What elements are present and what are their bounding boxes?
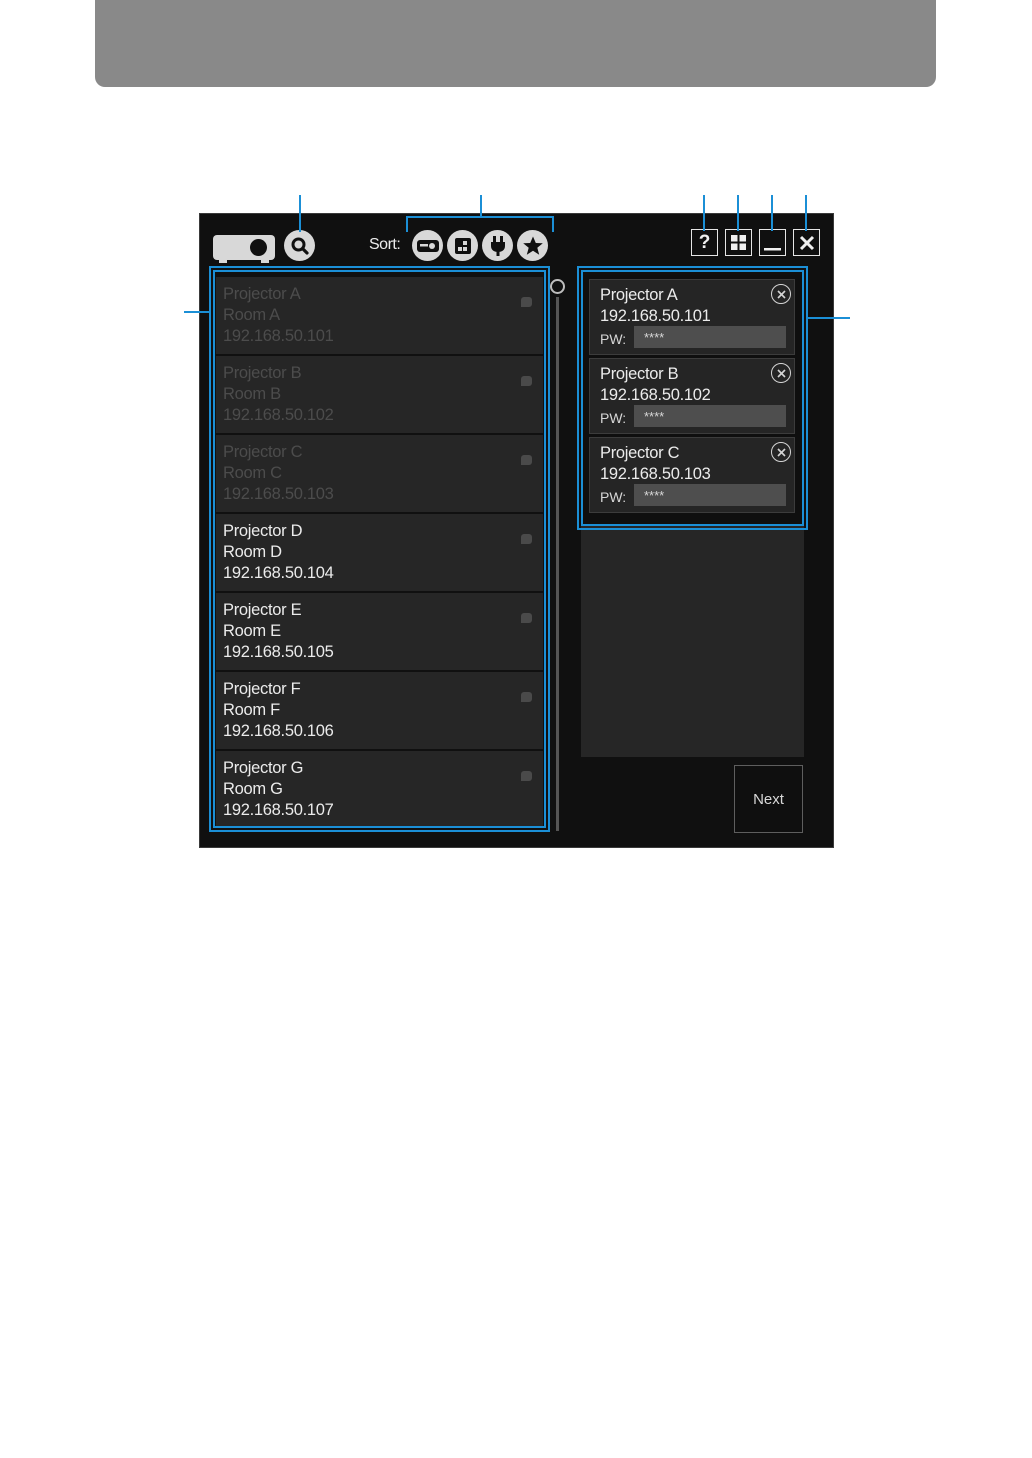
status-indicator-icon: [521, 455, 532, 465]
remove-icon: [776, 447, 786, 457]
projector-room: Room E: [223, 622, 281, 640]
selected-projector-ip: 192.168.50.101: [600, 307, 711, 325]
close-button[interactable]: [793, 229, 820, 256]
sort-by-room-icon: [454, 237, 471, 254]
search-button[interactable]: [284, 230, 315, 261]
projector-ip: 192.168.50.101: [223, 327, 334, 345]
projector-room: Room B: [223, 385, 281, 403]
projector-ip: 192.168.50.102: [223, 406, 334, 424]
selected-projector-item: Projector B 192.168.50.102 PW:: [589, 358, 795, 434]
projector-name: Projector B: [223, 364, 302, 382]
status-indicator-icon: [521, 771, 532, 781]
grid-view-icon: [731, 235, 746, 250]
projector-room: Room C: [223, 464, 282, 482]
help-icon: ?: [698, 231, 711, 253]
projector-room: Room F: [223, 701, 280, 719]
projector-ip: 192.168.50.106: [223, 722, 334, 740]
selected-projector-name: Projector B: [600, 365, 679, 383]
selected-projector-ip: 192.168.50.103: [600, 465, 711, 483]
projector-name: Projector F: [223, 680, 301, 698]
projector-list-item[interactable]: Projector F Room F 192.168.50.106: [216, 672, 543, 749]
sort-by-room-button[interactable]: [447, 230, 478, 261]
selected-projector-name: Projector C: [600, 444, 680, 462]
projector-list-item[interactable]: Projector G Room G 192.168.50.107: [216, 751, 543, 828]
projector-name: Projector C: [223, 443, 303, 461]
remove-projector-button[interactable]: [771, 442, 791, 462]
projector-ip: 192.168.50.105: [223, 643, 334, 661]
remove-icon: [776, 368, 786, 378]
grid-view-button[interactable]: [725, 229, 752, 256]
list-scrollbar-track[interactable]: [556, 297, 559, 831]
minimize-icon: [764, 248, 781, 251]
projector-name: Projector G: [223, 759, 304, 777]
status-indicator-icon: [521, 692, 532, 702]
projector-name: Projector D: [223, 522, 303, 540]
close-icon: [799, 235, 814, 250]
selected-projector-ip: 192.168.50.102: [600, 386, 711, 404]
projector-room: Room A: [223, 306, 280, 324]
sort-by-connection-icon: [490, 235, 505, 256]
status-indicator-icon: [521, 613, 532, 623]
remove-projector-button[interactable]: [771, 363, 791, 383]
projector-list-item[interactable]: Projector C Room C 192.168.50.103: [216, 435, 543, 512]
header-banner: [95, 0, 936, 87]
password-label: PW:: [600, 489, 627, 505]
selected-projector-name: Projector A: [600, 286, 678, 304]
remove-projector-button[interactable]: [771, 284, 791, 304]
projector-room: Room G: [223, 780, 283, 798]
sort-by-projector-name-icon: [416, 239, 439, 252]
minimize-button[interactable]: [759, 229, 786, 256]
projector-list: Projector A Room A 192.168.50.101 Projec…: [216, 277, 543, 831]
projector-room: Room D: [223, 543, 282, 561]
status-indicator-icon: [521, 376, 532, 386]
password-label: PW:: [600, 410, 627, 426]
projector-logo-icon: [213, 235, 275, 263]
password-field[interactable]: [634, 405, 786, 427]
projector-name: Projector A: [223, 285, 301, 303]
projector-list-item[interactable]: Projector D Room D 192.168.50.104: [216, 514, 543, 591]
selected-projectors-list: Projector A 192.168.50.101 PW: Projector…: [581, 275, 804, 524]
help-button[interactable]: ?: [691, 229, 718, 256]
projector-name: Projector E: [223, 601, 302, 619]
projector-ip: 192.168.50.104: [223, 564, 334, 582]
list-scrollbar-knob[interactable]: [550, 279, 565, 294]
password-field[interactable]: [634, 484, 786, 506]
sort-label: Sort:: [369, 236, 401, 253]
password-label: PW:: [600, 331, 627, 347]
projector-ip: 192.168.50.107: [223, 801, 334, 819]
selected-projector-item: Projector A 192.168.50.101 PW:: [589, 279, 795, 355]
password-field[interactable]: [634, 326, 786, 348]
sort-by-favorite-icon: [522, 236, 543, 255]
next-button[interactable]: Next: [734, 765, 803, 833]
status-indicator-icon: [521, 534, 532, 544]
projector-list-item[interactable]: Projector A Room A 192.168.50.101: [216, 277, 543, 354]
sort-by-connection-button[interactable]: [482, 230, 513, 261]
selected-projectors-panel: Projector A 192.168.50.101 PW: Projector…: [581, 275, 804, 757]
projector-list-item[interactable]: Projector E Room E 192.168.50.105: [216, 593, 543, 670]
remove-icon: [776, 289, 786, 299]
sort-by-projector-button[interactable]: [412, 230, 443, 261]
search-icon: [291, 237, 309, 255]
status-indicator-icon: [521, 297, 532, 307]
projector-selection-window: Sort: ? Projector A Room A 192.168.50.10…: [199, 213, 834, 848]
projector-ip: 192.168.50.103: [223, 485, 334, 503]
projector-list-item[interactable]: Projector B Room B 192.168.50.102: [216, 356, 543, 433]
sort-by-favorite-button[interactable]: [517, 230, 548, 261]
selected-projector-item: Projector C 192.168.50.103 PW:: [589, 437, 795, 513]
